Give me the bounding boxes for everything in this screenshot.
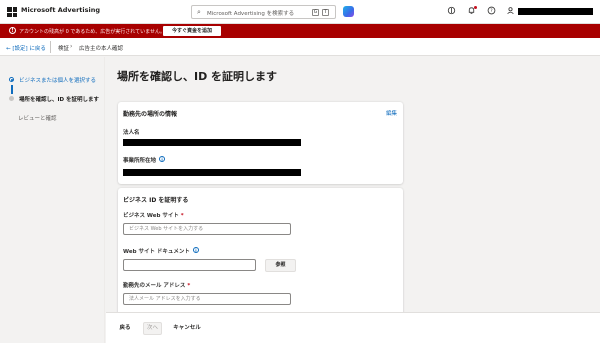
required-mark: * [180,213,184,219]
account-icon[interactable] [505,6,516,17]
email-label: 勤務先のメール アドレス * [123,283,191,289]
back-arrow-icon: ← [6,46,11,52]
back-button[interactable]: 戻る [114,322,136,335]
location-card-title: 勤務先の場所の情報 [123,111,178,118]
legal-name-label: 法人名 [123,130,140,136]
notifications-icon[interactable] [466,6,477,17]
page-title: 場所を確認し、ID を証明します [117,70,278,83]
add-funds-button[interactable]: 今すぐ資金を追加 [163,26,221,36]
website-input[interactable]: ビジネス Web サイトを入力する [123,223,291,235]
next-button[interactable]: 次へ [143,322,162,335]
breadcrumb-current: 広告主の本人確認 [79,46,124,52]
step-completed-icon [9,77,14,82]
breadcrumb-verification[interactable]: 検証 [58,44,69,52]
lightbulb-icon[interactable] [446,6,457,17]
info-icon[interactable]: i [192,247,199,253]
copilot-icon[interactable] [343,6,354,17]
website-label: ビジネス Web サイト * [123,213,184,219]
top-header: Microsoft Advertising ⌕ Microsoft Advert… [0,0,600,24]
business-id-card: ビジネス ID を証明する ビジネス Web サイト * ビジネス Web サイ… [118,188,403,318]
step-current-icon [9,96,14,101]
back-to-settings-link[interactable]: ← [設定] に戻る [6,44,46,52]
low-balance-banner: ! アカウントの残高が 0 であるため、広告が実行されていません。 今すぐ資金を… [0,24,600,38]
notification-badge [474,6,477,9]
step-sidebar: ビジネスまたは個人を選択する 場所を確認し、ID を証明します レビューと確認 [0,57,105,343]
legal-name-value-redacted [123,139,301,146]
browse-button[interactable]: 参照 [265,259,296,272]
document-file-input[interactable] [123,259,256,271]
info-icon[interactable]: i [159,156,166,162]
document-label: Web サイト ドキュメント i [123,247,199,255]
brand-name: Microsoft Advertising [21,6,100,14]
chevron-right-icon: › [70,43,73,50]
edit-link[interactable]: 編集 [386,109,397,117]
help-icon[interactable]: ? [486,6,497,17]
business-id-card-title: ビジネス ID を証明する [123,197,189,204]
shortcut-key-t: T [322,9,329,16]
breadcrumb-divider [50,41,51,53]
cancel-button[interactable]: キャンセル [172,322,202,335]
search-icon: ⌕ [197,8,201,16]
wizard-footer: 戻る 次へ キャンセル [106,312,600,343]
email-input[interactable]: 法人メール アドレスを入力する [123,293,291,305]
address-label: 事業所所在地 i [123,156,166,164]
microsoft-logo-icon [7,7,17,17]
step-progress-line [11,85,13,94]
main-content: 場所を確認し、ID を証明します 勤務先の場所の情報 編集 法人名 事業所所在地… [106,57,600,318]
breadcrumb: ← [設定] に戻る 検証 › 広告主の本人確認 [0,38,600,56]
location-info-card: 勤務先の場所の情報 編集 法人名 事業所所在地 i [118,102,403,184]
required-mark: * [187,283,191,289]
shortcut-key-g: G [312,9,319,16]
banner-message: アカウントの残高が 0 であるため、広告が実行されていません。 [19,29,166,35]
search-placeholder: Microsoft Advertising を検索する [207,11,295,17]
warning-icon: ! [9,27,16,34]
address-value-redacted [123,169,301,176]
search-input[interactable]: ⌕ Microsoft Advertising を検索する G T [191,5,336,19]
account-name-redacted [518,8,593,15]
